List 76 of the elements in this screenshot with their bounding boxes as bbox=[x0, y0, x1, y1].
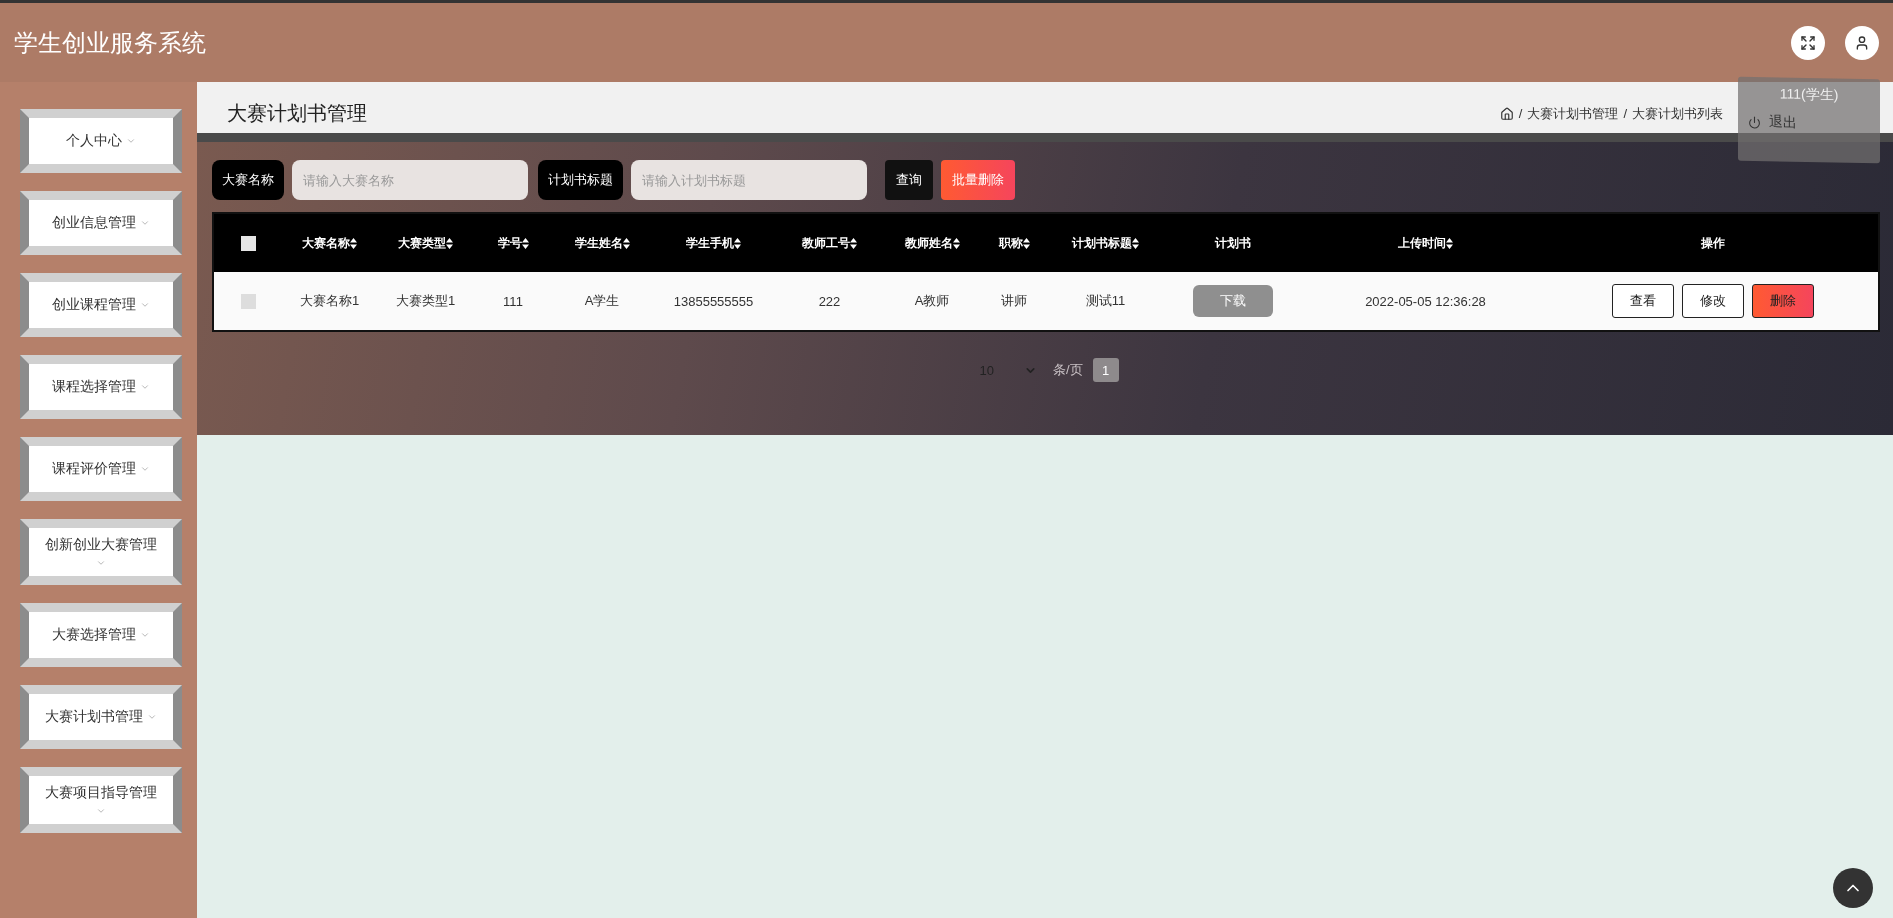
page-size-label: 条/页 bbox=[1052, 361, 1083, 379]
table-cell-text: A教师 bbox=[913, 292, 951, 310]
query-button[interactable]: 查询 bbox=[885, 160, 933, 200]
sort-icon bbox=[952, 237, 960, 249]
sort-icon bbox=[622, 237, 630, 249]
sidebar-item[interactable]: 大赛计划书管理 bbox=[20, 685, 182, 749]
row-checkbox[interactable] bbox=[240, 293, 256, 309]
table-cell-text: 讲师 bbox=[1000, 292, 1028, 310]
column-header[interactable]: 学号 bbox=[474, 234, 552, 252]
breadcrumb-item[interactable]: 大赛计划书管理 bbox=[1527, 104, 1619, 123]
field-label: 计划书标题 bbox=[538, 160, 623, 200]
column-header[interactable]: 计划书标题 bbox=[1048, 234, 1163, 252]
select-all-checkbox[interactable] bbox=[240, 235, 256, 251]
caret-icon bbox=[140, 218, 150, 228]
action-button[interactable]: 修改 bbox=[1682, 284, 1744, 318]
sidebar-item[interactable]: 个人中心 bbox=[20, 109, 182, 173]
home-icon[interactable] bbox=[1499, 106, 1514, 121]
user-button[interactable] bbox=[1845, 25, 1879, 60]
app-title: 学生创业服务系统 bbox=[14, 27, 207, 58]
column-header[interactable]: 教师姓名 bbox=[884, 234, 980, 252]
caret-icon bbox=[140, 464, 150, 474]
sidebar-item[interactable]: 创业信息管理 bbox=[20, 191, 182, 255]
table-cell-text: 13855555555 bbox=[672, 293, 755, 309]
page-title: 大赛计划书管理 bbox=[227, 101, 367, 126]
column-header[interactable]: 职称 bbox=[980, 234, 1048, 252]
sort-icon bbox=[350, 237, 357, 249]
table-cell-text: 测试11 bbox=[1084, 292, 1127, 310]
power-icon bbox=[1748, 115, 1761, 129]
column-header[interactable]: 学生姓名 bbox=[552, 234, 652, 252]
caret-icon bbox=[147, 712, 157, 722]
back-to-top-button[interactable] bbox=[1833, 868, 1873, 908]
column-header: 操作 bbox=[1700, 234, 1726, 252]
sort-icon bbox=[1446, 237, 1453, 249]
fullscreen-button[interactable] bbox=[1791, 25, 1825, 60]
expand-arrows-icon bbox=[1800, 34, 1816, 51]
sidebar-item[interactable]: 创新创业大赛管理 bbox=[20, 519, 182, 585]
column-header[interactable]: 大赛名称 bbox=[282, 234, 377, 252]
caret-icon bbox=[96, 806, 106, 816]
caret-icon bbox=[140, 382, 150, 392]
sidebar-item[interactable]: 大赛选择管理 bbox=[20, 603, 182, 667]
caret-icon bbox=[140, 630, 150, 640]
search-field[interactable]: 请输入大赛名称 bbox=[292, 160, 528, 200]
column-header[interactable]: 大赛类型 bbox=[377, 234, 474, 252]
breadcrumb-separator: / bbox=[1518, 106, 1523, 121]
sort-icon bbox=[1022, 237, 1030, 249]
column-header[interactable]: 学生手机 bbox=[652, 234, 775, 252]
caret-icon bbox=[126, 136, 136, 146]
sort-icon bbox=[850, 237, 857, 249]
table-cell-text: A学生 bbox=[583, 292, 621, 310]
caret-icon bbox=[96, 558, 106, 568]
breadcrumb-item: 大赛计划书列表 bbox=[1632, 104, 1723, 123]
action-button[interactable]: 查看 bbox=[1612, 284, 1674, 318]
table-cell-text: 大赛类型1 bbox=[394, 292, 457, 310]
delete-button[interactable]: 删除 bbox=[1752, 284, 1814, 318]
sort-icon bbox=[734, 237, 741, 249]
sort-icon bbox=[1132, 237, 1139, 249]
field-label: 大赛名称 bbox=[212, 160, 284, 200]
table-cell-text: 2022-05-05 12:36:28 bbox=[1364, 293, 1487, 309]
sidebar-item[interactable]: 创业课程管理 bbox=[20, 273, 182, 337]
sort-icon bbox=[446, 237, 453, 249]
sort-icon bbox=[521, 237, 529, 249]
table-cell-text: 111 bbox=[502, 293, 524, 309]
search-field[interactable]: 请输入计划书标题 bbox=[631, 160, 867, 200]
caret-icon bbox=[140, 300, 150, 310]
column-header[interactable]: 上传时间 bbox=[1303, 234, 1548, 252]
column-header[interactable]: 教师工号 bbox=[775, 234, 884, 252]
user-name: 111(学生) bbox=[1778, 84, 1840, 105]
user-icon bbox=[1854, 34, 1870, 51]
table-cell-text: 222 bbox=[817, 293, 842, 309]
breadcrumb-separator: / bbox=[1623, 106, 1627, 121]
column-header: 计划书 bbox=[1213, 234, 1252, 252]
logout-item[interactable]: 退出 bbox=[1748, 112, 1870, 134]
table-cell-text: 大赛名称1 bbox=[298, 292, 361, 310]
sidebar-item[interactable]: 课程选择管理 bbox=[20, 355, 182, 419]
sidebar-item[interactable]: 课程评价管理 bbox=[20, 437, 182, 501]
sidebar-item[interactable]: 大赛项目指导管理 bbox=[20, 767, 182, 833]
